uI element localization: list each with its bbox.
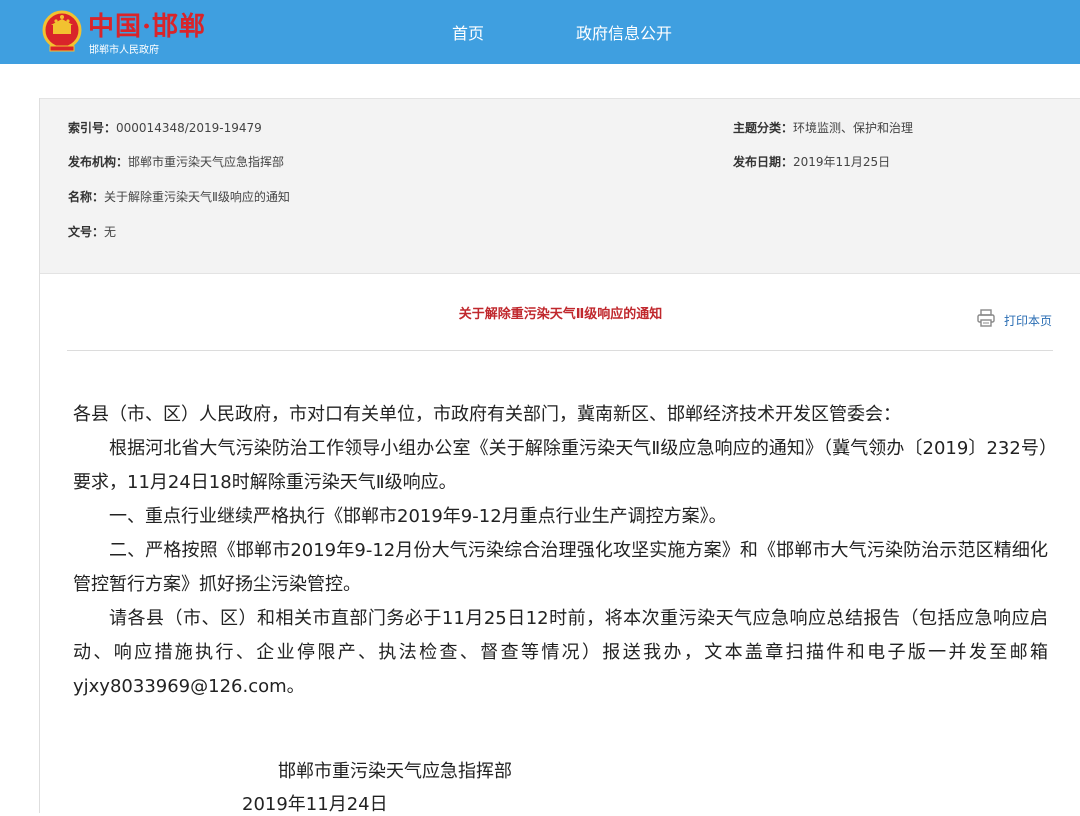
meta-docno-label: 文号： — [68, 225, 105, 239]
meta-index-value: 000014348/2019-19479 — [116, 121, 262, 135]
document-meta: 索引号：000014348/2019-19479 主题分类：环境监测、保护和治理… — [40, 98, 1080, 274]
body-paragraph: 二、严格按照《邯郸市2019年9-12月份大气污染综合治理强化攻坚实施方案》和《… — [73, 540, 1048, 595]
meta-topic: 主题分类：环境监测、保护和治理 — [733, 119, 913, 136]
document-title: 关于解除重污染天气Ⅱ级响应的通知 — [458, 307, 663, 322]
nav-gov-info-disclosure[interactable]: 政府信息公开 — [576, 20, 672, 44]
meta-org: 发布机构：邯郸市重污染天气应急指挥部 — [68, 153, 284, 170]
document-body: 各县（市、区）人民政府，市对口有关单位，市政府有关部门，冀南新区、邯郸经济技术开… — [73, 398, 1048, 704]
meta-topic-label: 主题分类： — [733, 121, 794, 135]
national-emblem-icon — [42, 10, 82, 52]
title-divider — [67, 350, 1053, 351]
body-paragraph: 根据河北省大气污染防治工作领导小组办公室《关于解除重污染天气Ⅱ级应急响应的通知》… — [73, 438, 1048, 493]
meta-index-label: 索引号： — [68, 121, 117, 135]
meta-org-label: 发布机构： — [68, 155, 129, 169]
meta-name-value: 关于解除重污染天气Ⅱ级响应的通知 — [104, 190, 290, 204]
site-logo-title[interactable]: 中国·邯郸 — [88, 6, 206, 43]
meta-docno: 文号：无 — [68, 223, 116, 240]
meta-date-value: 2019年11月25日 — [793, 155, 891, 169]
body-salutation: 各县（市、区）人民政府，市对口有关单位，市政府有关部门，冀南新区、邯郸经济技术开… — [73, 404, 901, 425]
meta-topic-value: 环境监测、保护和治理 — [793, 121, 914, 135]
body-paragraph: 一、重点行业继续严格执行《邯郸市2019年9-12月重点行业生产调控方案》。 — [109, 506, 727, 527]
print-page-label[interactable]: 打印本页 — [1004, 312, 1052, 329]
nav-home[interactable]: 首页 — [452, 20, 484, 44]
meta-index: 索引号：000014348/2019-19479 — [68, 119, 262, 136]
body-paragraph: 请各县（市、区）和相关市直部门务必于11月25日12时前，将本次重污染天气应急响… — [73, 608, 1048, 697]
meta-date: 发布日期：2019年11月25日 — [733, 153, 890, 170]
site-header: 中国·邯郸 邯郸市人民政府 首页 政府信息公开 — [0, 0, 1080, 64]
signature-date: 2019年11月24日 — [242, 794, 388, 815]
printer-icon — [977, 309, 995, 327]
meta-org-value: 邯郸市重污染天气应急指挥部 — [128, 155, 285, 169]
meta-name: 名称：关于解除重污染天气Ⅱ级响应的通知 — [68, 188, 290, 205]
signature-organization: 邯郸市重污染天气应急指挥部 — [278, 761, 512, 782]
meta-docno-value: 无 — [104, 225, 117, 239]
meta-date-label: 发布日期： — [733, 155, 794, 169]
site-logo-subtitle: 邯郸市人民政府 — [89, 45, 159, 56]
meta-name-label: 名称： — [68, 190, 105, 204]
